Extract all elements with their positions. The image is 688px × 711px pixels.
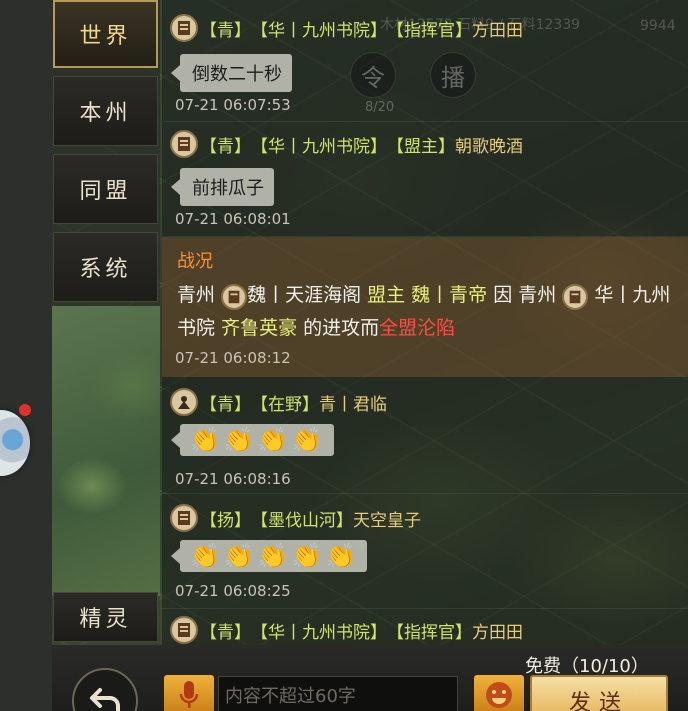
smiley-face-icon [486, 682, 512, 708]
tag-alliance: 【华丨九州书院】 [251, 20, 387, 41]
chat-message: 【扬】 【墨伐山河】 天空皇子 👏👏👏👏👏 07-21 06:08:25 [162, 494, 688, 609]
message-bubble: 👏👏👏👏👏 [170, 540, 368, 572]
tag-role: 【指挥官】 [387, 622, 472, 643]
battle-defender-leader[interactable]: 盟主 魏丨青帝 [367, 284, 487, 306]
faction-seal-icon [221, 284, 248, 310]
player-avatar-icon[interactable] [170, 388, 198, 416]
tab-system[interactable]: 系统 [53, 232, 158, 302]
microphone-icon [179, 681, 199, 708]
player-avatar-icon[interactable] [170, 504, 198, 532]
tab-world[interactable]: 世界 [53, 0, 158, 68]
chat-message: 【青】 【在野】 青丨君临 👏👏👏👏 07-21 06:08:16 [162, 378, 688, 494]
battle-because: 因 [493, 284, 513, 306]
back-arrow-icon [90, 688, 120, 711]
player-avatar-icon[interactable] [170, 616, 198, 644]
tag-alliance: 【墨伐山河】 [251, 510, 353, 531]
battle-region: 青州 [177, 284, 216, 306]
battle-attacker-name[interactable]: 齐鲁英豪 [221, 317, 297, 339]
player-name[interactable]: 天空皇子 [353, 506, 421, 531]
chat-message: 【青】 【华丨九州书院】 【指挥官】 方田田 倒数二十秒 07-21 06:07… [162, 0, 688, 122]
message-bubble: 倒数二十秒 [171, 54, 292, 92]
faction-seal-icon [562, 284, 589, 310]
emoji-button[interactable] [474, 675, 524, 711]
battle-region-2: 青州 [518, 284, 557, 306]
message-bubble: 👏👏👏👏 [171, 424, 334, 456]
chat-message: 【青】 【华丨九州书院】 【盟主】 朝歌晚酒 前排瓜子 07-21 06:08:… [162, 122, 688, 237]
player-avatar-icon[interactable] [170, 130, 198, 158]
battle-report-title: 战况 [177, 251, 213, 272]
battle-result-highlight: 全盟沦陷 [379, 317, 456, 339]
tab-column-map [52, 306, 160, 596]
player-name[interactable]: 方田田 [472, 618, 523, 643]
message-time: 07-21 06:08:25 [175, 582, 291, 600]
tab-spirit[interactable]: 精灵 [53, 592, 158, 642]
tag-role: 【指挥官】 [387, 20, 472, 41]
left-strip [0, 0, 52, 711]
battle-report-text: 青州 魏丨天涯海阁 盟主 魏丨青帝 因 青州 华丨九州书院 齐鲁英豪 的进攻而全… [177, 279, 677, 345]
tag-alliance: 【华丨九州书院】 [251, 622, 387, 643]
message-time: 07-21 06:08:16 [175, 470, 291, 488]
chat-message-input[interactable] [218, 676, 458, 711]
tag-alliance: 【在野】 [251, 394, 319, 415]
message-header: 【扬】 【墨伐山河】 天空皇子 [170, 504, 421, 532]
message-header: 【青】 【华丨九州书院】 【盟主】 朝歌晚酒 [170, 130, 523, 158]
battle-result-text: 的进攻而 [303, 317, 380, 339]
chat-message: 【青】 【华丨九州书院】 【指挥官】 方田田 [162, 610, 688, 645]
player-avatar-icon[interactable] [170, 14, 198, 42]
battle-defender-alliance[interactable]: 魏丨天涯海阁 [247, 284, 361, 306]
battle-report: 战况 青州 魏丨天涯海阁 盟主 魏丨青帝 因 青州 华丨九州书院 齐鲁英豪 的进… [162, 237, 688, 377]
tag-region: 【青】 [200, 622, 251, 643]
message-time: 07-21 06:08:01 [175, 210, 291, 228]
player-name[interactable]: 方田田 [472, 16, 523, 41]
battle-time: 07-21 06:08:12 [175, 349, 291, 367]
message-header: 【青】 【在野】 青丨君临 [170, 388, 387, 416]
player-name[interactable]: 青丨君临 [319, 390, 387, 415]
tag-region: 【青】 [200, 20, 251, 41]
message-bubble: 前排瓜子 [171, 168, 274, 206]
notification-dot-icon [19, 404, 31, 416]
tag-role: 【盟主】 [387, 136, 455, 157]
message-time: 07-21 06:07:53 [175, 96, 291, 114]
tag-region: 【青】 [200, 394, 251, 415]
send-button[interactable]: 发送 [530, 675, 668, 711]
tab-alliance[interactable]: 同盟 [53, 154, 158, 224]
tag-alliance: 【华丨九州书院】 [251, 136, 387, 157]
message-header: 【青】 【华丨九州书院】 【指挥官】 方田田 [170, 616, 523, 644]
message-header: 【青】 【华丨九州书院】 【指挥官】 方田田 [170, 14, 523, 42]
tag-region: 【青】 [200, 136, 251, 157]
tab-state[interactable]: 本州 [53, 76, 158, 146]
tag-region: 【扬】 [200, 510, 251, 531]
voice-input-button[interactable] [164, 675, 214, 711]
player-name[interactable]: 朝歌晚酒 [455, 132, 523, 157]
